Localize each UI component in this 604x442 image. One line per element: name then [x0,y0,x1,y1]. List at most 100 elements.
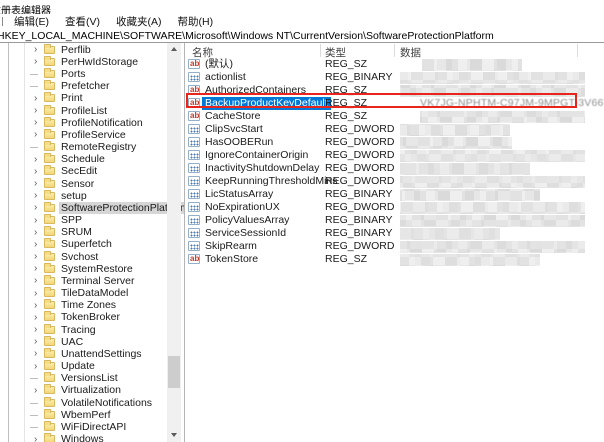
scroll-down-button[interactable] [167,429,181,442]
expand-chevron-icon[interactable]: › [34,166,37,177]
tree-item-Ports[interactable]: Ports [0,68,158,80]
column-separator[interactable] [320,44,321,57]
value-name[interactable]: ClipSvcStart [202,123,266,136]
tree-item-setup[interactable]: ›setup [0,190,158,202]
tree-item-label[interactable]: UnattendSettings [59,348,144,360]
column-separator[interactable] [577,44,578,57]
tree-item-label[interactable]: Tracing [59,324,98,336]
tree-item-SRUM[interactable]: ›SRUM [0,226,158,238]
tree-item-label[interactable]: TileDataModel [59,287,130,299]
value-name[interactable]: LicStatusArray [202,188,276,201]
value-name[interactable]: ServiceSessionId [202,227,289,240]
value-name[interactable]: CacheStore [202,110,263,123]
registry-value-row[interactable]: ServiceSessionIdREG_BINARY [186,227,604,240]
tree-item-ProfileList[interactable]: › ProfileList [0,104,158,116]
tree-item-Sensor[interactable]: ›Sensor [0,177,158,189]
expand-chevron-icon[interactable]: › [34,385,37,396]
registry-value-row[interactable]: SkipRearmREG_DWORD [186,240,604,253]
tree-item-WiFiDirectAPI[interactable]: WiFiDirectAPI [0,421,158,433]
expand-chevron-icon[interactable]: › [34,251,37,262]
tree-item-Schedule[interactable]: ›Schedule [0,153,158,165]
tree-item-ProfileService[interactable]: ›ProfileService [0,129,158,141]
tree-item-label[interactable]: ProfileNotification [59,117,145,129]
registry-value-row[interactable]: CacheStoreREG_SZ [186,110,604,123]
registry-value-row[interactable]: actionlistREG_BINARY [186,71,604,84]
expand-chevron-icon[interactable]: › [34,312,37,323]
tree-item-Update[interactable]: ›Update [0,360,158,372]
tree-item-TileDataModel[interactable]: › TileDataModel [0,287,158,299]
tree-item-label[interactable]: UAC [59,336,85,348]
tree-item-label[interactable]: Prefetcher [59,80,111,92]
expand-chevron-icon[interactable]: › [34,275,37,286]
tree-item-label[interactable]: Virtualization [59,384,123,396]
value-name[interactable]: HasOOBERun [202,136,276,149]
tree-item-Tracing[interactable]: › Tracing [0,324,158,336]
tree-item-Perflib[interactable]: ›Perflib [0,44,158,56]
registry-value-row[interactable]: ClipSvcStartREG_DWORD [186,123,604,136]
expand-chevron-icon[interactable]: › [34,227,37,238]
tree-item-SPP[interactable]: ›SPP [0,214,158,226]
tree-item-ProfileNotification[interactable]: › ProfileNotification [0,117,158,129]
scrollbar-thumb[interactable] [168,356,180,388]
tree-item-label[interactable]: TokenBroker [59,311,122,323]
tree-item-label[interactable]: Windows [59,433,106,442]
expand-chevron-icon[interactable]: › [34,93,37,104]
tree-item-label[interactable]: VersionsList [59,372,120,384]
tree-item-label[interactable]: Schedule [59,153,107,165]
tree-item-UAC[interactable]: › UAC [0,336,158,348]
tree-item-label[interactable]: setup [59,190,89,202]
expand-chevron-icon[interactable]: › [34,44,37,55]
expand-chevron-icon[interactable]: › [34,178,37,189]
tree-item-label[interactable]: WiFiDirectAPI [59,421,128,433]
tree-item-Print[interactable]: › Print [0,92,158,104]
tree-item-label[interactable]: RemoteRegistry [59,141,138,153]
tree-item-label[interactable]: VolatileNotifications [59,397,154,409]
registry-value-row[interactable]: BackupProductKeyDefaultREG_SZVK7JG-NPHTM… [186,97,604,110]
tree-item-SystemRestore[interactable]: › SystemRestore [0,263,158,275]
tree-item-label[interactable]: ProfileList [59,105,109,117]
expand-chevron-icon[interactable]: › [34,434,37,442]
tree-item-Virtualization[interactable]: › Virtualization [0,384,158,396]
tree-item-VolatileNotifications[interactable]: VolatileNotifications [0,397,158,409]
expand-chevron-icon[interactable]: › [34,324,37,335]
value-name[interactable]: SkipRearm [202,240,260,253]
tree-item-RemoteRegistry[interactable]: RemoteRegistry [0,141,158,153]
expand-chevron-icon[interactable]: › [34,263,37,274]
value-name[interactable]: actionlist [202,71,249,84]
registry-value-row[interactable]: NoExpirationUXREG_DWORD [186,201,604,214]
registry-value-row[interactable]: TokenStoreREG_SZ [186,253,604,266]
value-name[interactable]: PolicyValuesArray [202,214,292,227]
menu-item-2[interactable]: 收藏夹(A) [108,14,170,29]
tree-item-WbemPerf[interactable]: WbemPerf [0,409,158,421]
expand-chevron-icon[interactable]: › [34,288,37,299]
tree-item-UnattendSettings[interactable]: ›UnattendSettings [0,348,158,360]
menu-item-0[interactable]: 编辑(E) [6,14,57,29]
value-name[interactable]: TokenStore [202,253,261,266]
registry-value-row[interactable]: HasOOBERunREG_DWORD [186,136,604,149]
registry-value-row[interactable]: AuthorizedContainersREG_SZ [186,84,604,97]
tree-item-label[interactable]: WbemPerf [59,409,113,421]
tree-item-label[interactable]: Svchost [59,251,100,263]
address-bar[interactable]: HKEY_LOCAL_MACHINE\SOFTWARE\Microsoft\Wi… [0,29,604,43]
value-name[interactable]: KeepRunningThresholdMins [202,175,341,188]
tree-item-label[interactable]: Update [59,360,97,372]
value-name[interactable]: NoExpirationUX [202,201,283,214]
tree-item-label[interactable]: Print [59,92,85,104]
tree-item-PerHwIdStorage[interactable]: ›PerHwIdStorage [0,56,158,68]
expand-chevron-icon[interactable]: › [34,239,37,250]
expand-chevron-icon[interactable]: › [34,129,37,140]
expand-chevron-icon[interactable]: › [34,105,37,116]
expand-chevron-icon[interactable]: › [34,56,37,67]
value-name[interactable]: (默认) [202,58,236,71]
tree-item-label[interactable]: SystemRestore [59,263,135,275]
tree-item-SecEdit[interactable]: › SecEdit [0,165,158,177]
value-name[interactable]: IgnoreContainerOrigin [202,149,311,162]
tree-item-Terminal Server[interactable]: ›Terminal Server [0,275,158,287]
expand-chevron-icon[interactable]: › [34,336,37,347]
expand-chevron-icon[interactable]: › [34,117,37,128]
tree-item-label[interactable]: SecEdit [59,165,99,177]
tree-item-Superfetch[interactable]: ›Superfetch [0,238,158,250]
value-name[interactable]: InactivityShutdownDelay [202,162,322,175]
tree-item-Prefetcher[interactable]: Prefetcher [0,80,158,92]
tree-item-label[interactable]: SPP [59,214,84,226]
